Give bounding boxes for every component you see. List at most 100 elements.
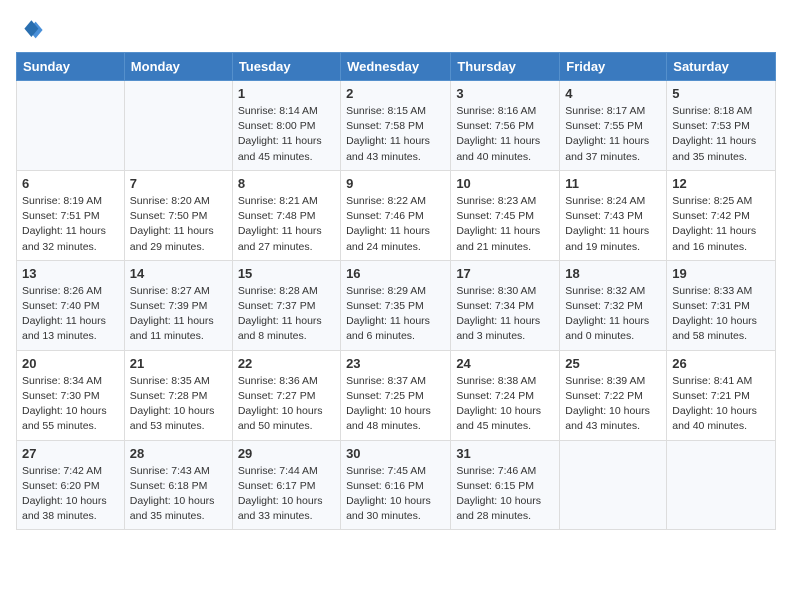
day-info: Sunrise: 8:21 AM Sunset: 7:48 PM Dayligh…	[238, 194, 335, 255]
day-number: 24	[456, 356, 554, 371]
day-info: Sunrise: 8:22 AM Sunset: 7:46 PM Dayligh…	[346, 194, 445, 255]
day-info: Sunrise: 8:17 AM Sunset: 7:55 PM Dayligh…	[565, 104, 661, 165]
calendar-cell: 3Sunrise: 8:16 AM Sunset: 7:56 PM Daylig…	[451, 81, 560, 171]
day-number: 9	[346, 176, 445, 191]
day-info: Sunrise: 8:35 AM Sunset: 7:28 PM Dayligh…	[130, 374, 227, 435]
calendar-cell: 14 Sunrise: 8:27 AM Sunset: 7:39 PM Dayli…	[124, 260, 232, 350]
logo	[16, 16, 48, 44]
day-number: 27	[22, 446, 119, 461]
day-info: Sunrise: 8:36 AM Sunset: 7:27 PM Dayligh…	[238, 374, 335, 435]
day-number: 31	[456, 446, 554, 461]
calendar-cell: 25Sunrise: 8:39 AM Sunset: 7:22 PM Dayli…	[560, 350, 667, 440]
logo-icon	[16, 16, 44, 44]
calendar-cell: 2 Sunrise: 8:15 AM Sunset: 7:58 PM Daylig…	[341, 81, 451, 171]
page-header	[16, 16, 776, 44]
calendar-cell: 4 Sunrise: 8:17 AM Sunset: 7:55 PM Daylig…	[560, 81, 667, 171]
calendar-cell: 13Sunrise: 8:26 AM Sunset: 7:40 PM Dayli…	[17, 260, 125, 350]
day-info: Sunrise: 7:43 AM Sunset: 6:18 PM Dayligh…	[130, 464, 227, 525]
week-row-5: 27 Sunrise: 7:42 AM Sunset: 6:20 PM Dayli…	[17, 440, 776, 530]
calendar-cell: 18 Sunrise: 8:32 AM Sunset: 7:32 PM Dayli…	[560, 260, 667, 350]
day-info: Sunrise: 8:41 AM Sunset: 7:21 PM Dayligh…	[672, 374, 770, 435]
day-number: 17	[456, 266, 554, 281]
day-header-saturday: Saturday	[667, 53, 776, 81]
day-number: 26	[672, 356, 770, 371]
day-number: 12	[672, 176, 770, 191]
day-info: Sunrise: 8:25 AM Sunset: 7:42 PM Dayligh…	[672, 194, 770, 255]
day-info: Sunrise: 8:38 AM Sunset: 7:24 PM Dayligh…	[456, 374, 554, 435]
calendar-cell: 27 Sunrise: 7:42 AM Sunset: 6:20 PM Dayli…	[17, 440, 125, 530]
day-number: 2	[346, 86, 445, 101]
day-number: 18	[565, 266, 661, 281]
day-number: 3	[456, 86, 554, 101]
calendar-cell: 23 Sunrise: 8:37 AM Sunset: 7:25 PM Dayli…	[341, 350, 451, 440]
day-number: 16	[346, 266, 445, 281]
day-info: Sunrise: 8:18 AM Sunset: 7:53 PM Dayligh…	[672, 104, 770, 165]
day-number: 30	[346, 446, 445, 461]
day-info: Sunrise: 8:28 AM Sunset: 7:37 PM Dayligh…	[238, 284, 335, 345]
day-info: Sunrise: 8:19 AM Sunset: 7:51 PM Dayligh…	[22, 194, 119, 255]
calendar-cell: 16 Sunrise: 8:29 AM Sunset: 7:35 PM Dayli…	[341, 260, 451, 350]
day-number: 4	[565, 86, 661, 101]
week-row-2: 6 Sunrise: 8:19 AM Sunset: 7:51 PM Daylig…	[17, 170, 776, 260]
day-number: 13	[22, 266, 119, 281]
day-number: 10	[456, 176, 554, 191]
day-number: 22	[238, 356, 335, 371]
day-info: Sunrise: 8:34 AM Sunset: 7:30 PM Dayligh…	[22, 374, 119, 435]
calendar-cell: 21 Sunrise: 8:35 AM Sunset: 7:28 PM Dayli…	[124, 350, 232, 440]
calendar-cell: 11Sunrise: 8:24 AM Sunset: 7:43 PM Dayli…	[560, 170, 667, 260]
day-info: Sunrise: 8:32 AM Sunset: 7:32 PM Dayligh…	[565, 284, 661, 345]
week-row-1: 1 Sunrise: 8:14 AM Sunset: 8:00 PM Daylig…	[17, 81, 776, 171]
calendar-body: 1 Sunrise: 8:14 AM Sunset: 8:00 PM Daylig…	[17, 81, 776, 530]
calendar-cell: 6 Sunrise: 8:19 AM Sunset: 7:51 PM Daylig…	[17, 170, 125, 260]
day-info: Sunrise: 7:46 AM Sunset: 6:15 PM Dayligh…	[456, 464, 554, 525]
day-number: 14	[130, 266, 227, 281]
day-number: 8	[238, 176, 335, 191]
day-info: Sunrise: 8:29 AM Sunset: 7:35 PM Dayligh…	[346, 284, 445, 345]
day-number: 29	[238, 446, 335, 461]
day-number: 5	[672, 86, 770, 101]
calendar-cell: 31 Sunrise: 7:46 AM Sunset: 6:15 PM Dayli…	[451, 440, 560, 530]
calendar-cell: 29 Sunrise: 7:44 AM Sunset: 6:17 PM Dayli…	[232, 440, 340, 530]
calendar-cell: 17 Sunrise: 8:30 AM Sunset: 7:34 PM Dayli…	[451, 260, 560, 350]
calendar-cell: 12 Sunrise: 8:25 AM Sunset: 7:42 PM Dayli…	[667, 170, 776, 260]
calendar-cell	[124, 81, 232, 171]
calendar-cell: 30 Sunrise: 7:45 AM Sunset: 6:16 PM Dayli…	[341, 440, 451, 530]
day-info: Sunrise: 7:45 AM Sunset: 6:16 PM Dayligh…	[346, 464, 445, 525]
day-info: Sunrise: 8:14 AM Sunset: 8:00 PM Dayligh…	[238, 104, 335, 165]
day-number: 23	[346, 356, 445, 371]
day-header-wednesday: Wednesday	[341, 53, 451, 81]
day-info: Sunrise: 8:37 AM Sunset: 7:25 PM Dayligh…	[346, 374, 445, 435]
day-header-tuesday: Tuesday	[232, 53, 340, 81]
day-number: 20	[22, 356, 119, 371]
calendar-cell: 5 Sunrise: 8:18 AM Sunset: 7:53 PM Daylig…	[667, 81, 776, 171]
day-number: 7	[130, 176, 227, 191]
calendar-cell: 1 Sunrise: 8:14 AM Sunset: 8:00 PM Daylig…	[232, 81, 340, 171]
day-info: Sunrise: 8:33 AM Sunset: 7:31 PM Dayligh…	[672, 284, 770, 345]
calendar-cell	[17, 81, 125, 171]
day-number: 6	[22, 176, 119, 191]
calendar-cell: 28 Sunrise: 7:43 AM Sunset: 6:18 PM Dayli…	[124, 440, 232, 530]
day-info: Sunrise: 7:42 AM Sunset: 6:20 PM Dayligh…	[22, 464, 119, 525]
week-row-4: 20 Sunrise: 8:34 AM Sunset: 7:30 PM Dayli…	[17, 350, 776, 440]
day-info: Sunrise: 8:30 AM Sunset: 7:34 PM Dayligh…	[456, 284, 554, 345]
calendar-table: SundayMondayTuesdayWednesdayThursdayFrid…	[16, 52, 776, 530]
day-info: Sunrise: 8:27 AM Sunset: 7:39 PM Dayligh…	[130, 284, 227, 345]
calendar-cell: 15Sunrise: 8:28 AM Sunset: 7:37 PM Dayli…	[232, 260, 340, 350]
calendar-cell: 10 Sunrise: 8:23 AM Sunset: 7:45 PM Dayli…	[451, 170, 560, 260]
calendar-cell	[667, 440, 776, 530]
day-info: Sunrise: 8:15 AM Sunset: 7:58 PM Dayligh…	[346, 104, 445, 165]
day-info: Sunrise: 8:39 AM Sunset: 7:22 PM Dayligh…	[565, 374, 661, 435]
calendar-cell: 24 Sunrise: 8:38 AM Sunset: 7:24 PM Dayli…	[451, 350, 560, 440]
day-number: 21	[130, 356, 227, 371]
day-number: 1	[238, 86, 335, 101]
day-header-thursday: Thursday	[451, 53, 560, 81]
calendar-cell	[560, 440, 667, 530]
calendar-cell: 26 Sunrise: 8:41 AM Sunset: 7:21 PM Dayli…	[667, 350, 776, 440]
day-info: Sunrise: 7:44 AM Sunset: 6:17 PM Dayligh…	[238, 464, 335, 525]
week-row-3: 13Sunrise: 8:26 AM Sunset: 7:40 PM Dayli…	[17, 260, 776, 350]
day-number: 28	[130, 446, 227, 461]
calendar-cell: 8 Sunrise: 8:21 AM Sunset: 7:48 PM Daylig…	[232, 170, 340, 260]
day-info: Sunrise: 8:23 AM Sunset: 7:45 PM Dayligh…	[456, 194, 554, 255]
day-header-friday: Friday	[560, 53, 667, 81]
day-info: Sunrise: 8:20 AM Sunset: 7:50 PM Dayligh…	[130, 194, 227, 255]
